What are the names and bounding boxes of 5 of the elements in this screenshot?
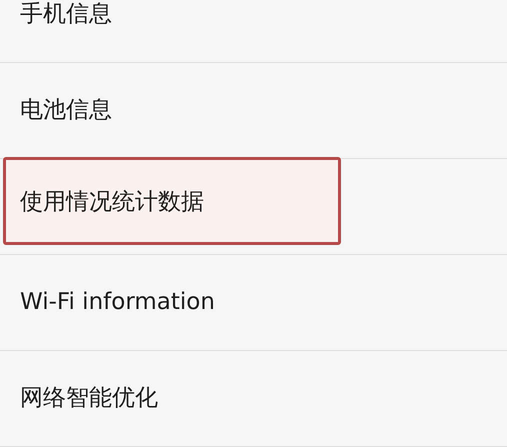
settings-item[interactable]: 手机信息 bbox=[20, 0, 112, 32]
settings-item[interactable]: 电池信息 bbox=[20, 93, 112, 128]
settings-item[interactable]: 网络智能优化 bbox=[20, 381, 158, 416]
settings-item[interactable]: Wi-Fi information bbox=[20, 285, 215, 320]
settings-item[interactable]: 使用情况统计数据 bbox=[20, 185, 204, 220]
